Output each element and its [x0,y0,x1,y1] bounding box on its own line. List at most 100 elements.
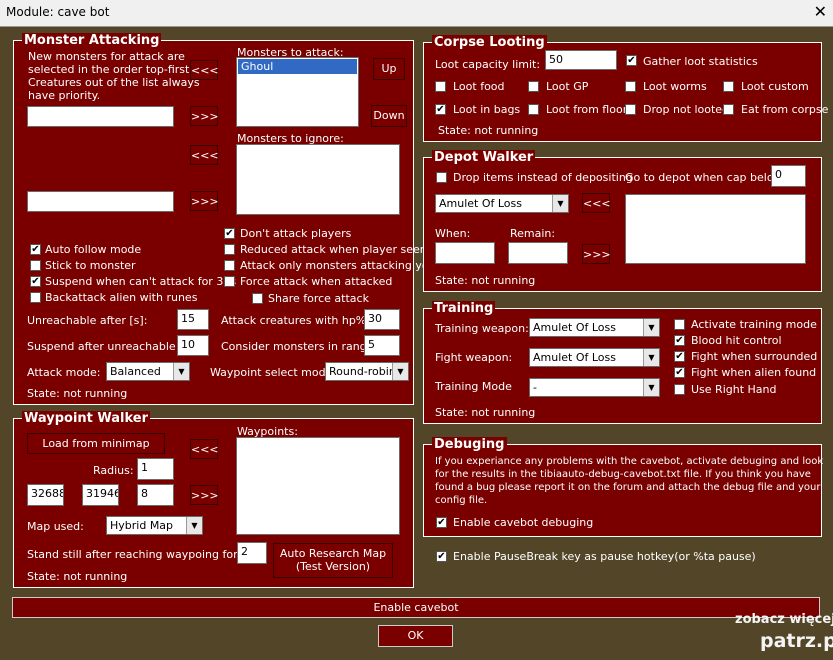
loot-gp-checkbox[interactable] [528,81,539,92]
add-attack-button[interactable]: >>> [190,106,219,126]
gather-stats-checkbox[interactable]: ✔ [626,55,637,66]
suspend-checkbox[interactable]: ✔ [30,276,41,287]
checkbox-label: Attack only monsters attacking you [240,259,436,272]
close-icon[interactable]: ✕ [814,2,827,21]
hp-label: Attack creatures with hp%>: [221,314,380,327]
checkbox-label: Fight when alien found [691,366,817,379]
blood-hit-checkbox[interactable]: ✔ [674,335,685,346]
chevron-down-icon[interactable]: ▼ [392,363,408,380]
auto-research-sublabel: (Test Version) [295,560,371,573]
loot-custom-checkbox[interactable] [723,81,734,92]
checkbox-label: Drop items instead of depositing [453,171,633,184]
chevron-down-icon[interactable]: ▼ [643,349,659,366]
waypoint-mode-select[interactable]: Round-robin ▼ [325,362,409,381]
pause-hotkey-checkbox[interactable]: ✔ [436,551,447,562]
loot-food-checkbox[interactable] [435,81,446,92]
waypoint-add-button[interactable]: <<< [190,439,219,459]
auto-research-button[interactable]: Auto Research Map (Test Version) [273,543,393,578]
suspend-input[interactable]: 10 [177,335,209,356]
force-attack-checkbox[interactable] [224,276,235,287]
group-title: Waypoint Walker [22,411,151,426]
loot-in-bags-checkbox[interactable]: ✔ [435,104,446,115]
group-title: Training [432,301,496,316]
chevron-down-icon[interactable]: ▼ [173,363,189,380]
attack-mode-label: Attack mode: [27,366,101,379]
unreachable-label: Unreachable after [s]: [27,314,148,327]
stand-still-input[interactable]: 2 [237,542,267,564]
checkbox-label: Fight when surrounded [691,350,818,363]
coord-y-input[interactable]: 31946 [82,484,119,506]
unreachable-input[interactable]: 15 [177,309,209,330]
training-weapon-select[interactable]: Amulet Of Loss ▼ [529,318,660,337]
loot-worms-checkbox[interactable] [625,81,636,92]
waypoint-remove-button[interactable]: >>> [190,485,219,505]
attack-add-input[interactable] [27,106,174,127]
coord-z-input[interactable]: 8 [137,484,174,506]
stick-checkbox[interactable] [30,260,41,271]
depot-list[interactable] [625,194,806,264]
remain-input[interactable] [508,242,568,264]
waypoints-list[interactable] [236,437,400,535]
checkbox-label: Eat from corpse [741,103,829,116]
chevron-down-icon[interactable]: ▼ [186,517,202,534]
attack-only-checkbox[interactable] [224,260,235,271]
eat-corpse-checkbox[interactable] [723,104,734,115]
checkbox-label: Gather loot statistics [643,55,758,68]
coord-x-input[interactable]: 32688 [27,484,64,506]
backattack-checkbox[interactable] [30,292,41,303]
debug-text: config file. [435,495,488,506]
hp-input[interactable]: 30 [364,309,400,330]
down-button[interactable]: Down [371,105,407,127]
attack-list[interactable]: Ghoul [236,57,359,127]
activate-training-checkbox[interactable] [674,319,685,330]
map-used-value: Hybrid Map [110,519,174,532]
ignore-list[interactable] [236,144,400,215]
share-force-checkbox[interactable] [252,293,263,304]
depot-cap-input[interactable]: 0 [771,165,806,187]
when-input[interactable] [435,242,495,264]
watermark-line1: zobacz więcej [735,612,833,627]
enable-cavebot-button[interactable]: Enable cavebot [12,597,820,618]
depot-add-button[interactable]: <<< [582,193,611,213]
stand-still-label: Stand still after reaching waypoing for … [27,548,256,561]
training-mode-select[interactable]: - ▼ [529,378,660,397]
training-mode-value: - [533,381,537,394]
chevron-down-icon[interactable]: ▼ [552,195,568,212]
dont-attack-players-checkbox[interactable]: ✔ [224,228,235,239]
range-input[interactable]: 5 [364,335,400,356]
capacity-input[interactable]: 50 [545,50,617,70]
load-minimap-button[interactable]: Load from minimap [27,433,165,454]
training-mode-label: Training Mode [435,380,512,393]
when-label: When: [435,227,471,240]
auto-follow-checkbox[interactable]: ✔ [30,244,41,255]
help-line: New monsters for attack are [28,50,185,63]
drop-not-looted-checkbox[interactable] [625,104,636,115]
fight-surrounded-checkbox[interactable]: ✔ [674,351,685,362]
fight-weapon-select[interactable]: Amulet Of Loss ▼ [529,348,660,367]
fight-alien-checkbox[interactable]: ✔ [674,367,685,378]
checkbox-label: Loot in bags [453,103,521,116]
depot-remove-button[interactable]: >>> [582,244,611,264]
up-button[interactable]: Up [373,58,405,80]
checkbox-label: Loot worms [643,80,707,93]
attack-mode-select[interactable]: Balanced ▼ [106,362,190,381]
ok-button[interactable]: OK [378,625,453,647]
radius-input[interactable]: 1 [137,458,174,480]
drop-items-checkbox[interactable] [436,172,447,183]
checkbox-label: Loot custom [741,80,809,93]
right-hand-checkbox[interactable] [674,384,685,395]
chevron-down-icon[interactable]: ▼ [643,319,659,336]
move-to-attack-button[interactable]: <<< [190,60,219,80]
enable-debug-checkbox[interactable]: ✔ [436,517,447,528]
chevron-down-icon[interactable]: ▼ [643,379,659,396]
loot-floor-checkbox[interactable] [528,104,539,115]
reduced-attack-checkbox[interactable] [224,244,235,255]
map-used-select[interactable]: Hybrid Map ▼ [106,516,203,535]
depot-cap-label: Go to depot when cap below: [625,171,786,184]
training-weapon-label: Training weapon: [435,322,529,335]
list-item[interactable]: Ghoul [238,59,357,74]
move-to-ignore-button[interactable]: <<< [190,145,219,165]
ignore-add-input[interactable] [27,191,174,212]
add-ignore-button[interactable]: >>> [190,191,219,211]
depot-item-select[interactable]: Amulet Of Loss ▼ [435,194,569,213]
